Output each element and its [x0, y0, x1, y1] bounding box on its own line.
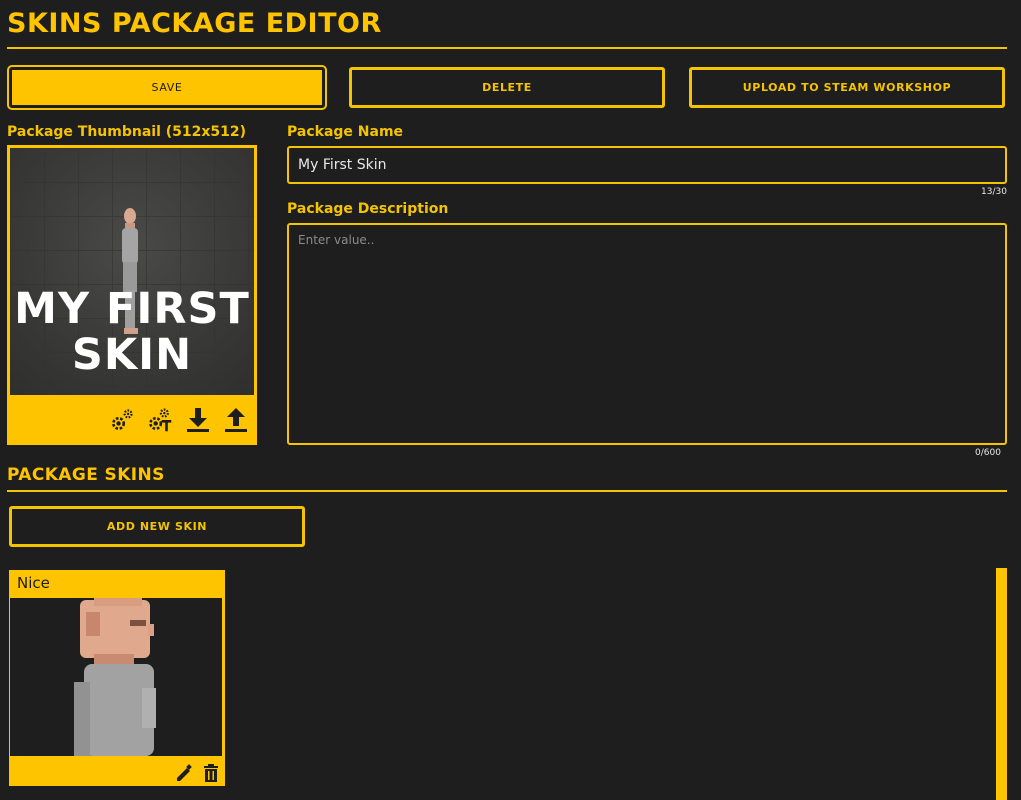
thumbnail-label: Package Thumbnail (512x512) [7, 124, 247, 140]
gears-text-icon[interactable] [147, 405, 173, 435]
save-button[interactable]: SAVE [9, 67, 325, 108]
skins-divider [7, 490, 1007, 492]
pencil-icon[interactable] [175, 764, 193, 782]
package-description-input[interactable]: Enter value.. [287, 223, 1007, 445]
skin-card[interactable]: Nice [9, 570, 225, 786]
delete-button[interactable]: DELETE [349, 67, 665, 108]
skin-preview-figure [74, 598, 156, 756]
package-description-counter: 0/600 [975, 448, 1001, 458]
skin-actions [175, 764, 219, 782]
title-divider [7, 47, 1007, 49]
package-name-counter: 13/30 [981, 187, 1007, 197]
package-name-input[interactable]: My First Skin [287, 146, 1007, 184]
page-title: SKINS PACKAGE EDITOR [7, 8, 382, 39]
upload-icon[interactable] [223, 405, 249, 435]
package-skins-title: PACKAGE SKINS [7, 465, 165, 485]
thumbnail-panel: MY FIRST SKIN [7, 145, 257, 445]
thumbnail-overlay-text: MY FIRST SKIN [10, 286, 254, 378]
download-icon[interactable] [185, 405, 211, 435]
thumbnail-toolbar [7, 395, 257, 445]
package-name-label: Package Name [287, 124, 404, 140]
skin-preview [10, 598, 222, 756]
overlay-line-1: MY FIRST [14, 284, 250, 334]
trash-icon[interactable] [203, 764, 219, 782]
thumbnail-image[interactable]: MY FIRST SKIN [10, 148, 254, 395]
add-new-skin-button[interactable]: ADD NEW SKIN [9, 506, 305, 547]
package-description-label: Package Description [287, 201, 449, 217]
upload-workshop-button[interactable]: UPLOAD TO STEAM WORKSHOP [689, 67, 1005, 108]
skin-name: Nice [17, 574, 50, 592]
gears-icon[interactable] [109, 405, 135, 435]
scrollbar[interactable] [996, 568, 1007, 800]
overlay-line-2: SKIN [71, 330, 193, 380]
